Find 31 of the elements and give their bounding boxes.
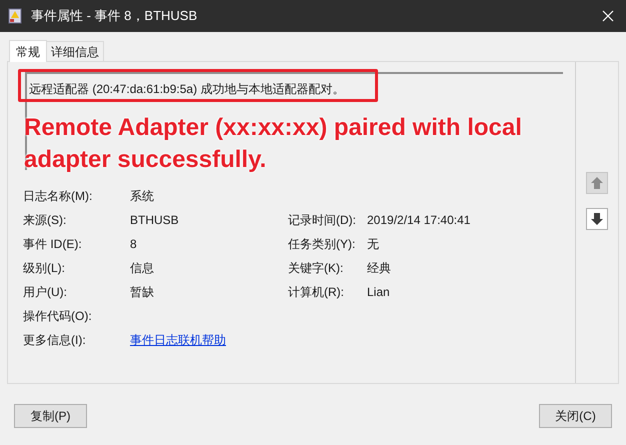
field-value: 暂缺 xyxy=(130,285,154,299)
tab[interactable]: 常规 xyxy=(9,40,47,62)
field-value: BTHUSB xyxy=(130,213,179,227)
field-label: 来源(S): xyxy=(22,212,68,229)
down-arrow-icon xyxy=(590,212,604,226)
field-label: 用户(U): xyxy=(22,284,68,301)
field-value: 系统 xyxy=(130,189,154,203)
field-label: 事件 ID(E): xyxy=(22,236,83,253)
field-value: 2019/2/14 17:40:41 xyxy=(367,212,470,229)
field-value: 8 xyxy=(130,237,137,251)
field-label: 关键字(K): xyxy=(288,260,344,277)
field-label: 记录时间(D): xyxy=(288,212,357,229)
field-label: 更多信息(I): xyxy=(22,332,87,349)
field-label: 日志名称(M): xyxy=(22,188,94,205)
field-value: 经典 xyxy=(367,260,391,277)
tab[interactable]: 详细信息 xyxy=(47,41,104,61)
copy-button[interactable]: 复制(P) xyxy=(14,404,87,428)
event-log-icon xyxy=(7,8,23,24)
help-link[interactable]: 事件日志联机帮助 xyxy=(130,333,226,347)
field-label: 级别(L): xyxy=(22,260,66,277)
next-button[interactable] xyxy=(586,208,608,230)
annotation-text: Remote Adapter (xx:xx:xx) paired with local adapter successfully. xyxy=(24,113,523,175)
field-label: 计算机(R): xyxy=(288,284,345,301)
field-value: 无 xyxy=(367,236,379,253)
field-label: 任务类别(Y): xyxy=(288,236,356,253)
field-value: Lian xyxy=(367,284,390,301)
close-button[interactable]: 关闭(C) xyxy=(539,404,612,428)
field-label: 操作代码(O): xyxy=(22,308,93,325)
window-title: 事件属性 - 事件 8，BTHUSB xyxy=(31,7,198,26)
field-value: 信息 xyxy=(130,261,154,275)
up-arrow-icon xyxy=(590,176,604,190)
